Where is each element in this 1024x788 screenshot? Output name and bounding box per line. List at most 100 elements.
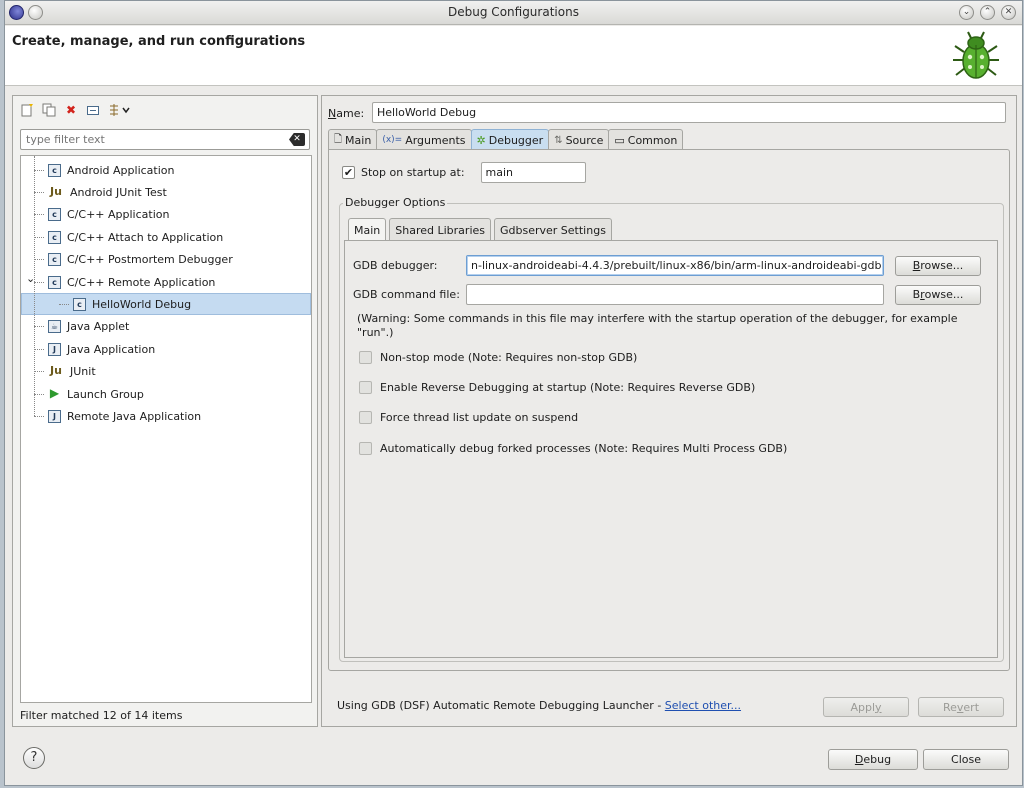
window-title: Debug Configurations — [448, 5, 579, 19]
tree-item-label: Launch Group — [67, 387, 144, 401]
browse-gdb-button[interactable]: Browse... — [895, 255, 981, 276]
junit-icon: Ju — [50, 364, 62, 378]
tree-connector — [34, 326, 44, 328]
title-bar: Debug Configurations ⌄ ⌃ ✕ — [5, 1, 1022, 25]
tree-item[interactable]: c HelloWorld Debug — [21, 293, 311, 316]
debugger-options-group: Debugger Options Main Shared Libraries G… — [339, 196, 1004, 662]
debug-configurations-window: Debug Configurations ⌄ ⌃ ✕ Create, manag… — [4, 0, 1023, 786]
java-app-icon: J — [48, 342, 61, 356]
tree-item[interactable]: c Android Application — [21, 159, 311, 181]
duplicate-icon[interactable] — [41, 102, 57, 118]
tree-item[interactable]: ☕ Java Applet — [21, 316, 311, 338]
tree-guide-line — [34, 156, 35, 417]
debug-forked-label: Automatically debug forked processes (No… — [380, 442, 788, 455]
launcher-text: Using GDB (DSF) Automatic Remote Debuggi… — [337, 699, 665, 712]
minimize-button[interactable]: ⌄ — [959, 5, 974, 20]
new-configuration-icon[interactable] — [19, 102, 35, 118]
tree-item[interactable]: Ju Android JUnit Test — [21, 181, 311, 203]
gdb-command-file-row: GDB command file: Br owse... — [353, 284, 981, 305]
tab-debugger[interactable]: ✲ Debugger — [470, 129, 550, 150]
dialog-header: Create, manage, and run configurations — [5, 26, 1022, 86]
tree-connector — [34, 214, 44, 216]
debug-button[interactable]: Debug — [828, 749, 918, 770]
applet-icon: ☕ — [48, 320, 61, 334]
maximize-button[interactable]: ⌃ — [980, 5, 995, 20]
non-stop-option: Non-stop mode (Note: Requires non-stop G… — [359, 351, 637, 364]
tab-arguments[interactable]: (x)= Arguments — [376, 129, 472, 150]
c-icon: c — [73, 297, 86, 311]
debugger-options-main-content: GDB debugger: n-linux-androideabi-4.4.3/… — [344, 240, 998, 658]
tree-item-label: Android Application — [67, 163, 175, 177]
gdb-command-file-input[interactable] — [466, 284, 884, 305]
remote-java-icon: J — [48, 409, 61, 423]
clear-filter-icon[interactable]: ✕ — [289, 133, 305, 146]
tree-item[interactable]: J Java Application — [21, 338, 311, 360]
debug-forked-checkbox[interactable] — [359, 442, 372, 455]
name-input[interactable]: HelloWorld Debug — [372, 102, 1006, 123]
configuration-editor-panel: Name: HelloWorld Debug 🗋 Main (x)= Argum… — [321, 95, 1017, 727]
tree-connector — [34, 191, 44, 193]
tree-connector — [34, 393, 44, 395]
stop-on-startup-input[interactable]: main — [480, 162, 586, 183]
tab-shared-libraries[interactable]: Shared Libraries — [389, 218, 491, 241]
debugger-icon: ✲ — [476, 133, 486, 147]
reverse-debug-checkbox[interactable] — [359, 381, 372, 394]
tree-item-label: C/C++ Postmortem Debugger — [67, 253, 233, 267]
android-app-icon: c — [48, 163, 61, 177]
revert-button[interactable]: Re v ert — [918, 697, 1004, 717]
tree-item[interactable]: ⌄ c C/C++ Remote Application — [21, 271, 311, 293]
tree-item-label: HelloWorld Debug — [92, 297, 192, 311]
tree-item[interactable]: c C/C++ Application — [21, 204, 311, 226]
tree-item[interactable]: ▶ Launch Group — [21, 383, 311, 405]
delete-icon[interactable]: ✖ — [63, 102, 79, 118]
help-icon[interactable]: ? — [23, 747, 45, 769]
close-button[interactable]: Close — [923, 749, 1009, 770]
c-icon: c — [48, 275, 61, 289]
tree-connector — [34, 371, 44, 373]
force-thread-update-option: Force thread list update on suspend — [359, 411, 578, 424]
stop-on-startup-checkbox[interactable]: ✔ — [342, 166, 355, 179]
tree-connector — [59, 303, 69, 305]
main-tab-icon: 🗋 — [334, 133, 343, 145]
tab-common[interactable]: ▭ Common — [608, 129, 684, 150]
configuration-list-panel: ✖ ✕ c Android Application Ju Android JUnit … — [12, 95, 318, 727]
tree-item-label: Android JUnit Test — [70, 185, 167, 199]
force-thread-update-checkbox[interactable] — [359, 411, 372, 424]
tree-item[interactable]: J Remote Java Application — [21, 405, 311, 427]
configuration-tree: c Android Application Ju Android JUnit Test… — [20, 155, 312, 703]
tree-item-label: JUnit — [70, 365, 96, 379]
c-icon: c — [48, 230, 61, 244]
close-window-button[interactable]: ✕ — [1001, 5, 1016, 20]
tree-item-label: C/C++ Remote Application — [67, 275, 216, 289]
tree-item[interactable]: c C/C++ Postmortem Debugger — [21, 249, 311, 271]
debugger-tab-content: ✔ Stop on startup at: main Debugger Opti… — [328, 149, 1010, 671]
tab-source[interactable]: ⇅ Source — [548, 129, 610, 150]
tree-item[interactable]: Ju JUnit — [21, 361, 311, 383]
filter-field[interactable]: ✕ — [20, 129, 310, 150]
tab-main[interactable]: 🗋 Main — [328, 129, 378, 150]
reverse-debug-option: Enable Reverse Debugging at startup (Not… — [359, 381, 755, 394]
apply-button[interactable]: Appl y — [823, 697, 909, 717]
debugger-options-tabs: Main Shared Libraries Gdbserver Settings — [348, 218, 615, 241]
select-other-link[interactable]: Select other... — [665, 699, 741, 712]
tree-item[interactable]: c C/C++ Attach to Application — [21, 226, 311, 248]
collapse-all-icon[interactable] — [85, 102, 101, 118]
non-stop-checkbox[interactable] — [359, 351, 372, 364]
c-icon: c — [48, 208, 61, 222]
gdb-command-file-label: GDB command file: — [353, 288, 460, 301]
gdb-debugger-label: GDB debugger: — [353, 259, 438, 272]
bug-icon — [953, 31, 999, 79]
debugger-options-title: Debugger Options — [343, 196, 448, 209]
tree-item-label: C/C++ Attach to Application — [67, 230, 224, 244]
filter-menu-icon[interactable] — [107, 102, 133, 118]
browse-command-file-button[interactable]: Br owse... — [895, 284, 981, 305]
filter-input[interactable] — [21, 130, 261, 149]
tree-connector — [34, 169, 44, 171]
tree-connector — [34, 415, 44, 417]
tab-options-main[interactable]: Main — [348, 218, 387, 241]
force-thread-update-label: Force thread list update on suspend — [380, 411, 579, 424]
gdb-debugger-input[interactable]: n-linux-androideabi-4.4.3/prebuilt/linux… — [466, 255, 884, 276]
arguments-icon: (x)= — [382, 135, 403, 145]
tab-gdbserver-settings[interactable]: Gdbserver Settings — [494, 218, 612, 241]
gdb-debugger-row: GDB debugger: n-linux-androideabi-4.4.3/… — [353, 255, 981, 276]
